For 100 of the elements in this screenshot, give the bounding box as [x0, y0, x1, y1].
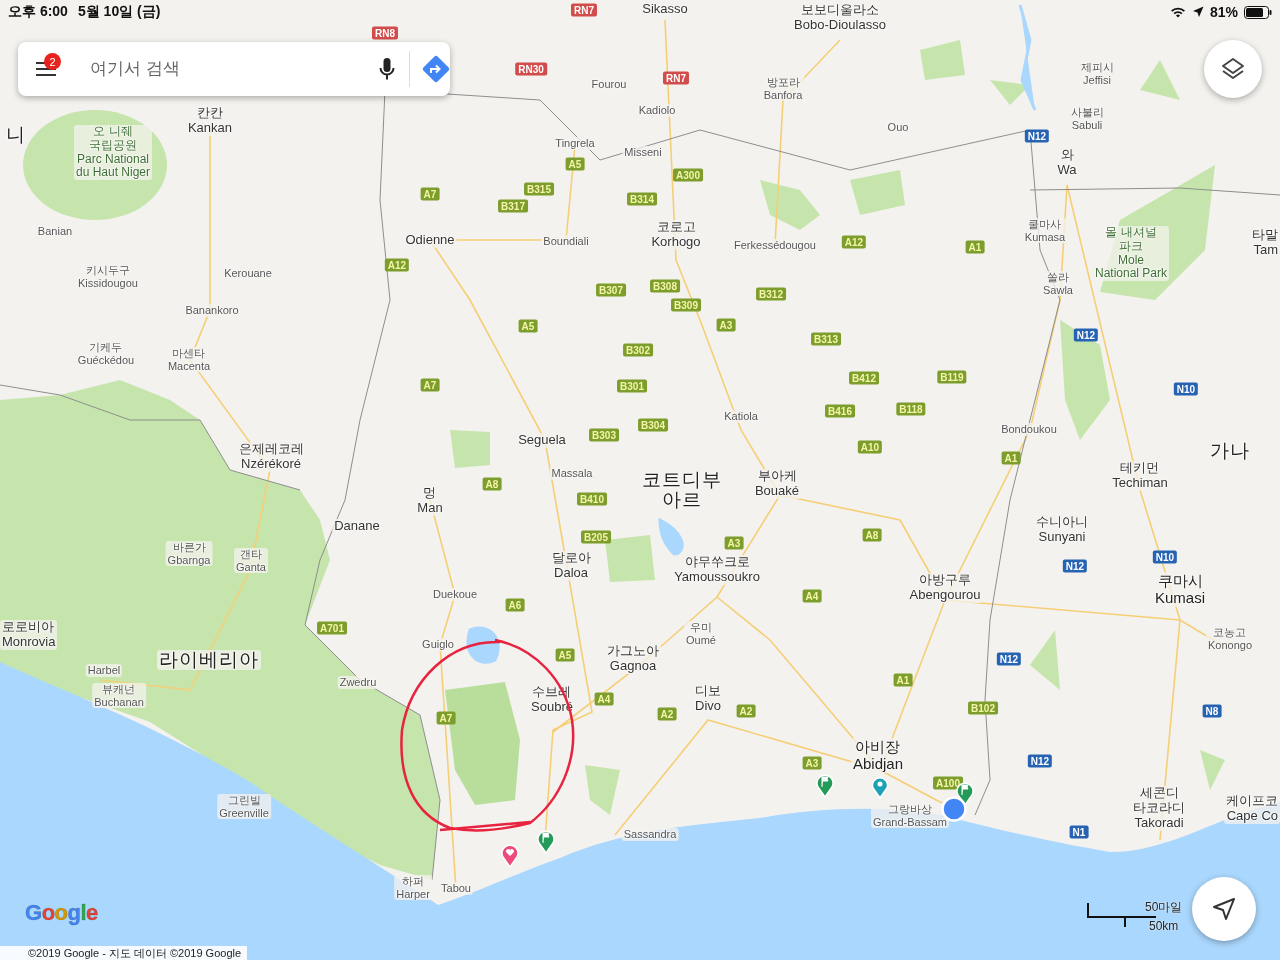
microphone-icon [379, 57, 395, 81]
place-label: Banian [35, 225, 75, 238]
place-label: Zwedru [337, 676, 379, 689]
road-shield: N12 [1024, 129, 1050, 143]
status-time: 오후 6:00 [8, 3, 68, 21]
place-label: Ferkessédougou [732, 239, 818, 252]
place-label: 뷰캐넌 Buchanan [92, 683, 146, 709]
road-shield: B307 [596, 283, 626, 297]
road-shield: A10 [857, 440, 883, 454]
place-label: 코농고 Konongo [1206, 626, 1254, 652]
place-label: Tingrela [553, 137, 597, 150]
road-shield: A7 [420, 378, 440, 392]
map-pin-icon [871, 775, 889, 799]
place-label: Katiola [722, 410, 760, 423]
road-shield: A8 [482, 477, 502, 491]
road-shield: A5 [555, 648, 575, 662]
place-label: Ouo [885, 121, 911, 134]
road-shield: B312 [756, 287, 786, 301]
road-shield: A1 [893, 673, 913, 687]
road-shield: RN30 [515, 62, 547, 76]
menu-button[interactable]: 2 [35, 54, 65, 84]
wifi-icon [1169, 6, 1186, 18]
road-shield: A4 [594, 692, 614, 706]
road-shield: RN7 [571, 3, 597, 17]
road-shield: A2 [736, 704, 756, 718]
flag-pin-icon [536, 828, 556, 854]
road-shield: N1 [1069, 825, 1089, 839]
place-label: Odienne [403, 233, 457, 248]
place-label: 쏠라 Sawla [1041, 271, 1075, 297]
road-shield: B304 [638, 418, 668, 432]
scale-km: 50km [1149, 919, 1179, 933]
place-label: 방포라 Banfora [761, 76, 805, 102]
place-label: 마센타 Macenta [165, 347, 213, 373]
heart-pin-icon [500, 842, 520, 868]
place-label: 기케두 Guéckédou [75, 341, 137, 367]
status-date: 5월 10일 (금) [77, 3, 161, 21]
flag-pin-icon [815, 772, 835, 798]
place-label: Sassandra [621, 828, 679, 841]
road-shield: N10 [1152, 550, 1178, 564]
place-label: 은제레코레 Nzérékoré [236, 442, 306, 472]
place-label: 키시두구 Kissidougou [76, 264, 140, 290]
road-shield: A3 [802, 756, 822, 770]
road-shield: B303 [589, 428, 619, 442]
road-shield: N8 [1202, 704, 1222, 718]
road-shield: A12 [384, 258, 410, 272]
road-shield: A4 [802, 589, 822, 603]
place-label: 코로고 Korhogo [649, 220, 703, 250]
place-label: Kerouane [222, 267, 274, 280]
road-shield: B309 [671, 298, 701, 312]
road-shield: B301 [617, 379, 647, 393]
location-arrow-icon [1191, 6, 1204, 18]
navigation-arrow-icon [1213, 898, 1235, 920]
place-label: Duekoue [431, 588, 479, 601]
road-shield: B308 [650, 279, 680, 293]
place-label: 그린빌 Greenville [217, 794, 271, 820]
road-shield: B119 [937, 370, 967, 384]
place-label: 쿨마사 Kumasa [1022, 218, 1068, 244]
road-shield: B317 [498, 199, 528, 213]
road-shield: A701 [317, 621, 347, 635]
road-shield: B313 [811, 332, 841, 346]
voice-search-button[interactable] [379, 57, 395, 81]
place-label: 야무쑤크로 Yamoussoukro [672, 555, 762, 585]
place-label: 가그노아 Gagnoa [605, 644, 661, 674]
place-label: Massala [549, 467, 595, 480]
notification-badge: 2 [44, 53, 61, 70]
place-label: Danane [332, 519, 382, 534]
road-shield: A7 [436, 711, 456, 725]
road-shield: B314 [627, 192, 657, 206]
road-shield: A7 [420, 187, 440, 201]
search-field[interactable]: 여기서 검색 [90, 54, 379, 84]
battery-icon [1244, 5, 1272, 19]
search-bar[interactable]: 2 여기서 검색 [18, 42, 450, 96]
park-label: 오 니줴 국립공원 Parc National du Haut Niger [74, 125, 152, 181]
road-shield: A5 [518, 319, 538, 333]
road-shield: A100 [933, 776, 963, 790]
road-shield: B118 [896, 402, 926, 416]
road-shield: B205 [581, 530, 611, 544]
road-shield: A2 [657, 707, 677, 721]
place-label: Boundiali [541, 235, 591, 248]
road-shield: A5 [565, 157, 585, 171]
road-shield: A1 [1001, 451, 1021, 465]
google-logo: Google [25, 900, 98, 926]
road-shield: A12 [841, 235, 867, 249]
battery-percent: 81% [1209, 4, 1238, 20]
place-label: Tabou [439, 882, 473, 895]
place-label: 우미 Oumé [684, 621, 718, 647]
place-label: 갠타 Ganta [234, 548, 268, 574]
place-label: 하퍼 Harper [394, 875, 432, 901]
road-shield: RN8 [372, 26, 398, 40]
park-label: 몰 내셔널 파크 Mole National Park [1093, 226, 1169, 282]
road-shield: B315 [524, 182, 554, 196]
scale-miles: 50마일 [1145, 899, 1183, 916]
place-label: 로로비아 Monrovia [0, 620, 58, 650]
place-label: 아비장 Abidjan [851, 738, 905, 773]
place-label: Kadiolo [636, 104, 678, 117]
road-shield: RN7 [663, 71, 689, 85]
map-attribution: ©2019 Google - 지도 데이터 ©2019 Google [0, 946, 248, 960]
road-shield: A1 [965, 240, 985, 254]
place-label: Harbel [85, 664, 123, 677]
place-label: Misseni [622, 146, 664, 159]
